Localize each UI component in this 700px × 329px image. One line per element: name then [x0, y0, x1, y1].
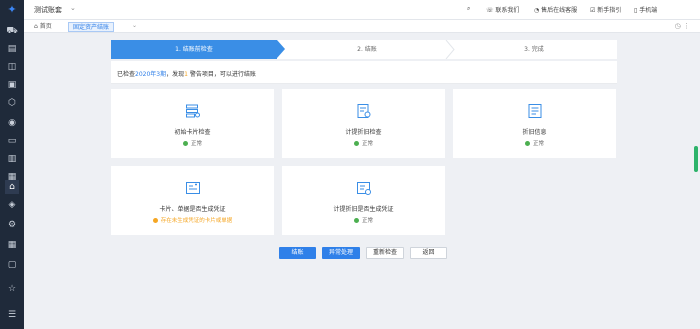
step-2: 2. 结账: [357, 46, 377, 53]
app-logo-icon[interactable]: ✦: [6, 4, 18, 16]
layers-icon[interactable]: ◈: [5, 198, 19, 212]
link-contact[interactable]: ☏ 联系我们: [486, 5, 519, 14]
chat-icon[interactable]: ▢: [5, 258, 19, 272]
check-card-voucher-depreciation[interactable]: 计提折旧是否生成凭证 正常: [282, 166, 445, 235]
check-card-depreciation[interactable]: 计提折旧检查 正常: [282, 89, 445, 158]
tab-tools-icons[interactable]: ◷ ⋮: [675, 22, 690, 30]
exception-handling-button[interactable]: 异常处理: [322, 247, 360, 259]
ok-status-icon: [353, 140, 359, 146]
grid-icon[interactable]: ▦: [5, 238, 19, 252]
check-status: 正常: [282, 139, 445, 147]
summary-middle: ，发现: [166, 71, 185, 78]
side-drawer-handle[interactable]: [694, 146, 698, 172]
ok-status-icon: [353, 217, 359, 223]
ok-status-icon: [182, 140, 188, 146]
summary-period: 2020年3期: [135, 71, 167, 78]
check-status-label: 正常: [532, 141, 544, 147]
check-status-label: 正常: [361, 141, 373, 147]
settings-icon[interactable]: ⬡: [5, 96, 19, 110]
warning-status-icon: [152, 217, 158, 223]
depreciation-check-icon: [357, 104, 371, 118]
ok-status-icon: [524, 140, 530, 146]
check-status-label: 正常: [190, 141, 202, 147]
check-title: 计提折旧检查: [345, 129, 382, 136]
link-support-label: 售后在线客服: [541, 7, 578, 14]
link-guide[interactable]: ☑ 新手指引: [590, 5, 621, 14]
cart-icon[interactable]: ⛟: [5, 24, 19, 38]
check-status: 正常: [282, 216, 445, 224]
coin-icon[interactable]: ◉: [5, 116, 19, 130]
check-card-depreciation-info[interactable]: 折旧信息 正常: [453, 89, 616, 158]
check-title: 初始卡片检查: [174, 129, 211, 136]
step-3: 3. 完成: [524, 46, 544, 53]
voucher-card-icon: [186, 182, 200, 194]
box-icon[interactable]: ▣: [5, 78, 19, 92]
summary-warn-count: 1: [184, 71, 188, 78]
recheck-button[interactable]: 重新检查: [366, 247, 404, 259]
link-support[interactable]: ◔ 售后在线客服: [534, 5, 577, 14]
top-bar: 测试账套 ⌄ ⌕ ☏ 联系我们 ◔ 售后在线客服 ☑ 新手指引 ▯ 手机端: [24, 0, 700, 20]
fixed-assets-icon[interactable]: ⌂: [5, 180, 19, 194]
link-mobile[interactable]: ▯ 手机端: [634, 5, 657, 14]
check-status: 正常: [453, 139, 616, 147]
voucher-depreciation-icon: [357, 182, 371, 195]
link-contact-label: 联系我们: [495, 7, 520, 14]
search-icon[interactable]: ⌕: [467, 5, 470, 13]
monitor-icon[interactable]: ▭: [5, 134, 19, 148]
check-status-label: 正常: [361, 218, 373, 224]
tab-chevron-down-icon[interactable]: ⌄: [132, 22, 137, 29]
check-status-label: 存在未生成凭证的卡片或单据: [160, 218, 233, 224]
menu-collapse-icon[interactable]: ☰: [5, 308, 19, 322]
report-icon[interactable]: ▤: [5, 42, 19, 56]
check-status: 存在未生成凭证的卡片或单据: [111, 216, 274, 224]
tab-fixed-asset-close[interactable]: 固定资产结账: [68, 22, 115, 32]
back-button[interactable]: 返回: [410, 247, 447, 259]
link-guide-label: 新手指引: [597, 7, 622, 14]
inventory-icon[interactable]: ▥: [5, 152, 19, 166]
card-search-icon: [186, 104, 200, 118]
check-title: 计提折旧是否生成凭证: [333, 206, 394, 213]
tab-home[interactable]: ⌂ 首页: [30, 22, 56, 32]
check-title: 折旧信息: [522, 129, 547, 136]
tab-bar: ⌂ 首页 固定资产结账 ⌄ ◷ ⋮: [24, 20, 700, 33]
account-name[interactable]: 测试账套: [34, 5, 62, 15]
summary-suffix: 警告项目，可以进行结账: [189, 71, 256, 78]
step-1-arrow: [277, 40, 285, 58]
check-summary: 已检查2020年3期，发现1 警告项目，可以进行结账: [111, 61, 617, 84]
sidebar: ✦ ⛟ ▤ ◫ ▣ ⬡ ◉ ▭ ▥ ▦ ⌂ ◈ ⚙ ▦ ▢ ☆ ☰: [0, 0, 24, 329]
depreciation-info-icon: [528, 104, 542, 118]
tab-fixed-asset-close-label: 固定资产结账: [73, 24, 110, 31]
check-title: 卡片、单据是否生成凭证: [159, 206, 226, 213]
check-status: 正常: [111, 139, 274, 147]
link-mobile-label: 手机端: [639, 7, 658, 14]
step-1: 1. 结账前检查: [111, 40, 277, 59]
chevron-down-icon[interactable]: ⌄: [70, 4, 76, 12]
bag-icon[interactable]: ◫: [5, 60, 19, 74]
close-books-button[interactable]: 结账: [279, 247, 316, 259]
tab-home-label: 首页: [39, 23, 52, 30]
star-icon[interactable]: ☆: [5, 282, 19, 296]
summary-prefix: 已检查: [117, 71, 136, 78]
check-card-voucher-cards[interactable]: 卡片、单据是否生成凭证 存在未生成凭证的卡片或单据: [111, 166, 274, 235]
gear-icon[interactable]: ⚙: [5, 218, 19, 232]
check-card-initial[interactable]: 初始卡片检查 正常: [111, 89, 274, 158]
check-summary-text: 已检查2020年3期，发现1 警告项目，可以进行结账: [117, 69, 256, 78]
close-wizard-steps: 1. 结账前检查 2. 结账 3. 完成: [111, 40, 617, 59]
